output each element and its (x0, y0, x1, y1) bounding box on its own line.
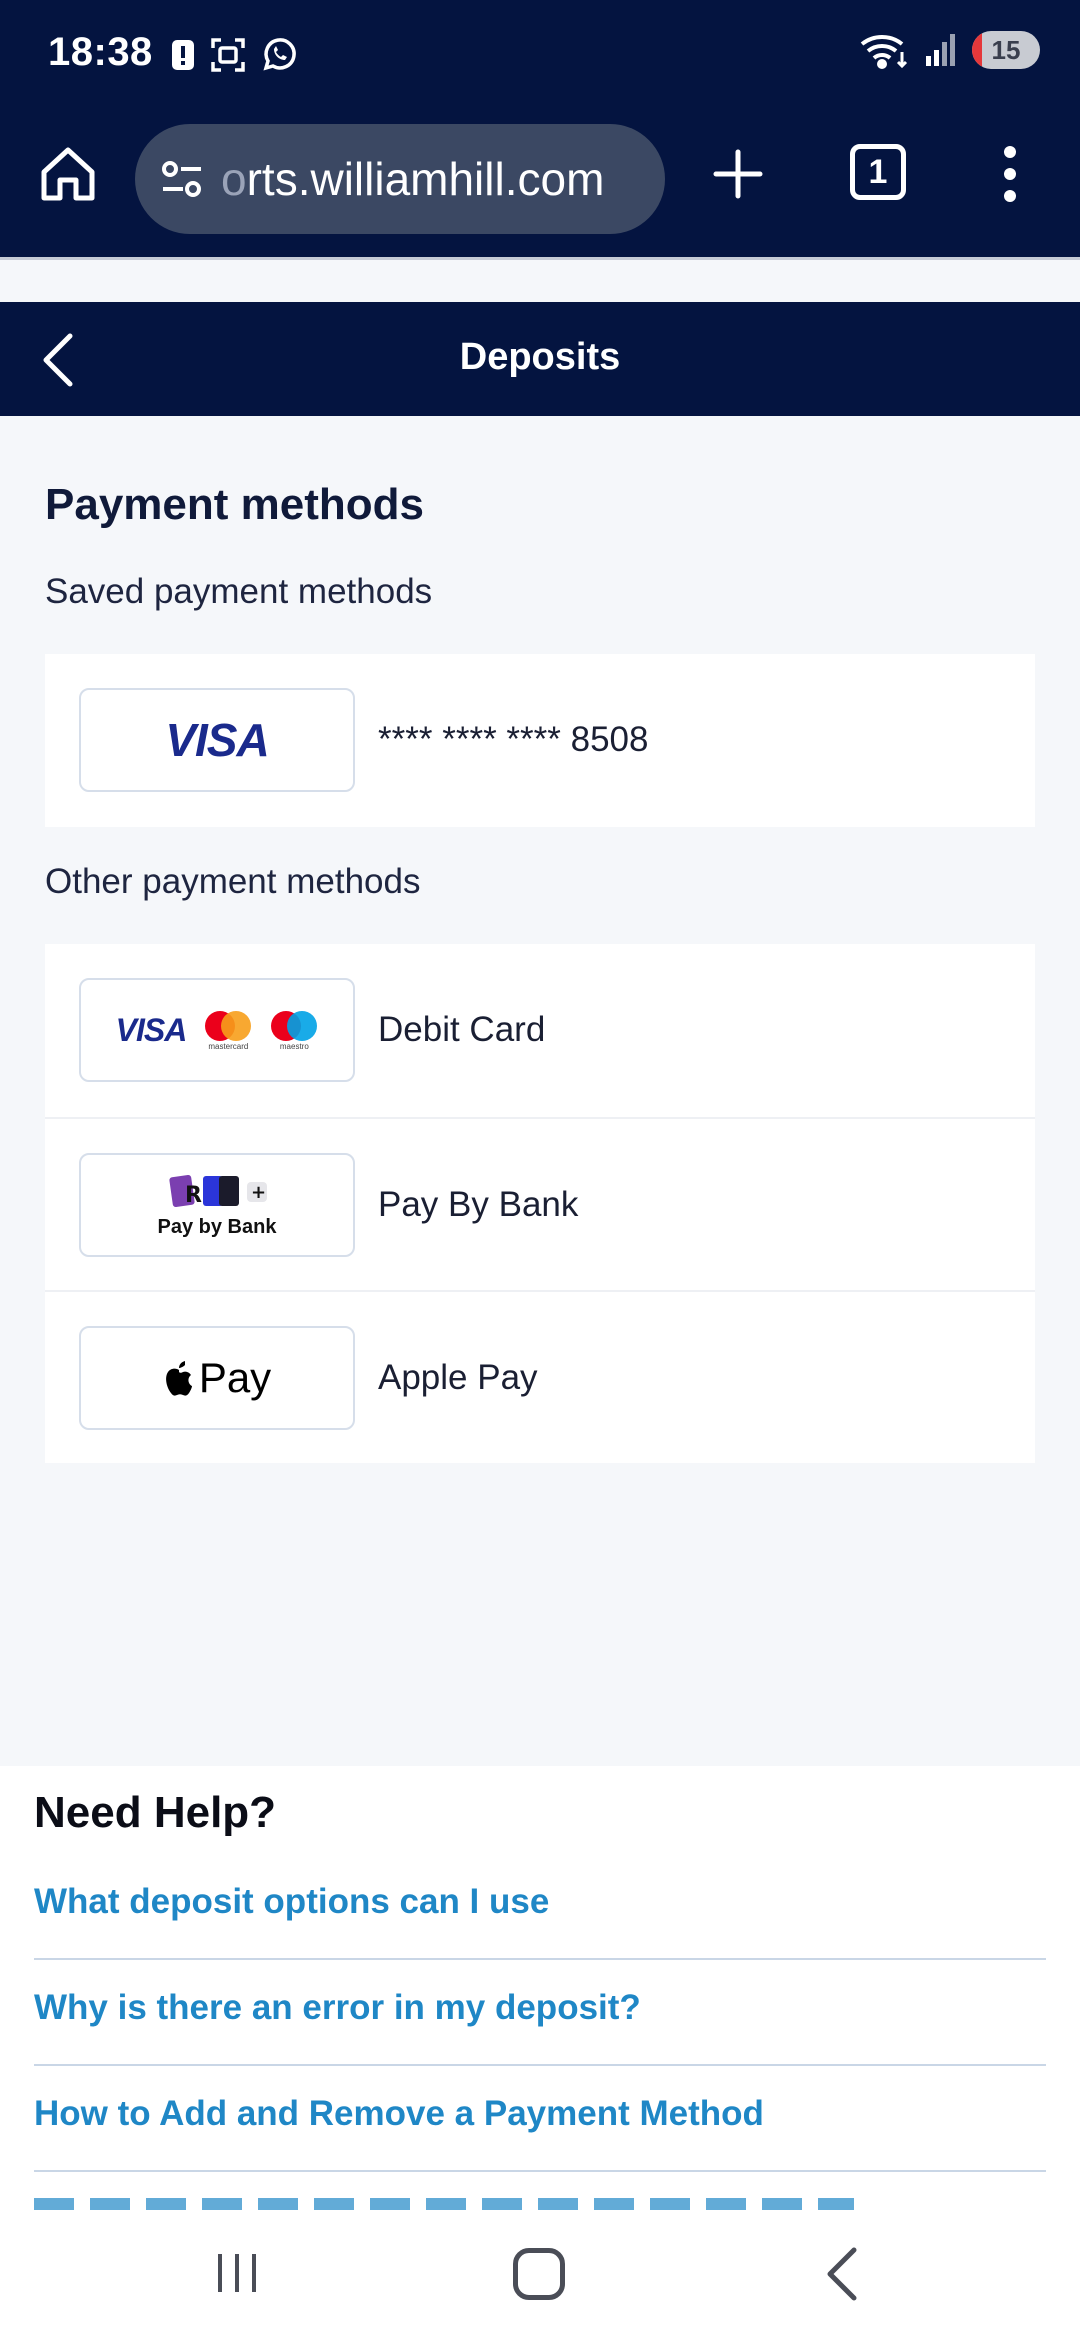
debit-card-label: Debit Card (378, 1010, 546, 1049)
recent-apps-icon[interactable] (214, 2250, 260, 2296)
help-link-text: How to Add and Remove a Payment Method (34, 2094, 764, 2133)
help-link-text: What deposit options can I use (34, 1882, 550, 1921)
help-section: Need Help? What deposit options can I us… (0, 1766, 1080, 2210)
help-link-text: Why is there an error in my deposit? (34, 1988, 641, 2027)
visa-small-logo: VISA (115, 1011, 188, 1048)
help-link-deposit-error[interactable]: Why is there an error in my deposit? (34, 1960, 1046, 2066)
site-settings-icon[interactable] (157, 154, 207, 204)
payment-methods-section: Payment methods Saved payment methods VI… (0, 416, 1080, 1766)
svg-text:R: R (185, 1183, 202, 1208)
apple-pay-logo: Pay (79, 1326, 355, 1430)
help-link-add-remove-method[interactable]: How to Add and Remove a Payment Method (34, 2066, 1046, 2172)
tab-switcher-button[interactable]: 1 (850, 144, 906, 200)
apple-pay-label: Apple Pay (378, 1358, 538, 1397)
pay-by-bank-label: Pay By Bank (378, 1185, 579, 1224)
card-brands-logo: VISA mastercard maestro (79, 978, 355, 1082)
status-bar: 18:38 15 (0, 0, 1080, 112)
other-methods-heading: Other payment methods (45, 862, 421, 901)
battery-level: 15 (991, 34, 1021, 65)
pay-by-bank-row[interactable]: R + Pay by Bank Pay By Bank (45, 1117, 1035, 1290)
signal-icon (926, 34, 955, 66)
visa-logo-text: VISA (165, 714, 269, 766)
visa-logo: VISA (79, 688, 355, 792)
saved-methods-heading: Saved payment methods (45, 572, 433, 611)
url-text[interactable]: orts.williamhill.com (221, 152, 641, 206)
help-title: Need Help? (34, 1788, 277, 1837)
saved-methods-list: VISA **** **** **** 8508 (45, 654, 1035, 827)
section-title: Payment methods (45, 480, 424, 529)
saved-card-row[interactable]: VISA **** **** **** 8508 (45, 654, 1035, 827)
apple-pay-row[interactable]: Pay Apple Pay (45, 1290, 1035, 1463)
wifi-icon (860, 34, 908, 69)
mastercard-logo-text: mastercard (208, 1041, 249, 1051)
pay-by-bank-logo: R + Pay by Bank (79, 1153, 355, 1257)
screenshot-icon (211, 38, 245, 72)
mastercard-logo: mastercard (204, 1010, 252, 1051)
bank-apps-icon: R + (169, 1174, 267, 1208)
address-bar[interactable]: orts.williamhill.com (135, 124, 665, 234)
deposits-header: Deposits (0, 302, 1080, 416)
debit-card-row[interactable]: VISA mastercard maestro Debit Card (45, 944, 1035, 1117)
home-icon[interactable] (36, 142, 100, 206)
whatsapp-icon (263, 38, 296, 71)
apple-icon (165, 1361, 192, 1396)
url-faded-prefix: o (221, 153, 247, 205)
new-tab-icon[interactable] (708, 144, 768, 204)
maestro-logo-text: maestro (279, 1041, 309, 1051)
help-link-deposit-options[interactable]: What deposit options can I use (34, 1854, 1046, 1960)
system-nav-bar (0, 2210, 1080, 2340)
battery-icon: 15 (972, 31, 1040, 69)
pay-by-bank-logo-text: Pay by Bank (157, 1215, 277, 1238)
page-title: Deposits (459, 336, 621, 378)
help-link-cutoff[interactable] (34, 2198, 854, 2210)
status-time: 18:38 (48, 30, 153, 74)
alert-icon (172, 40, 194, 70)
maestro-logo: maestro (270, 1010, 318, 1051)
more-menu-icon[interactable] (990, 142, 1030, 206)
other-methods-list: VISA mastercard maestro Debit Card R + P… (45, 944, 1035, 1463)
tab-count: 1 (868, 152, 888, 191)
back-nav-icon[interactable] (822, 2246, 862, 2302)
home-nav-button[interactable] (513, 2248, 565, 2300)
url-domain: rts.williamhill.com (246, 153, 605, 205)
saved-card-number: **** **** **** 8508 (378, 720, 649, 759)
apple-pay-logo-text: Pay (198, 1354, 272, 1401)
browser-toolbar: orts.williamhill.com 1 (0, 112, 1080, 260)
svg-text:+: + (251, 1182, 266, 1203)
